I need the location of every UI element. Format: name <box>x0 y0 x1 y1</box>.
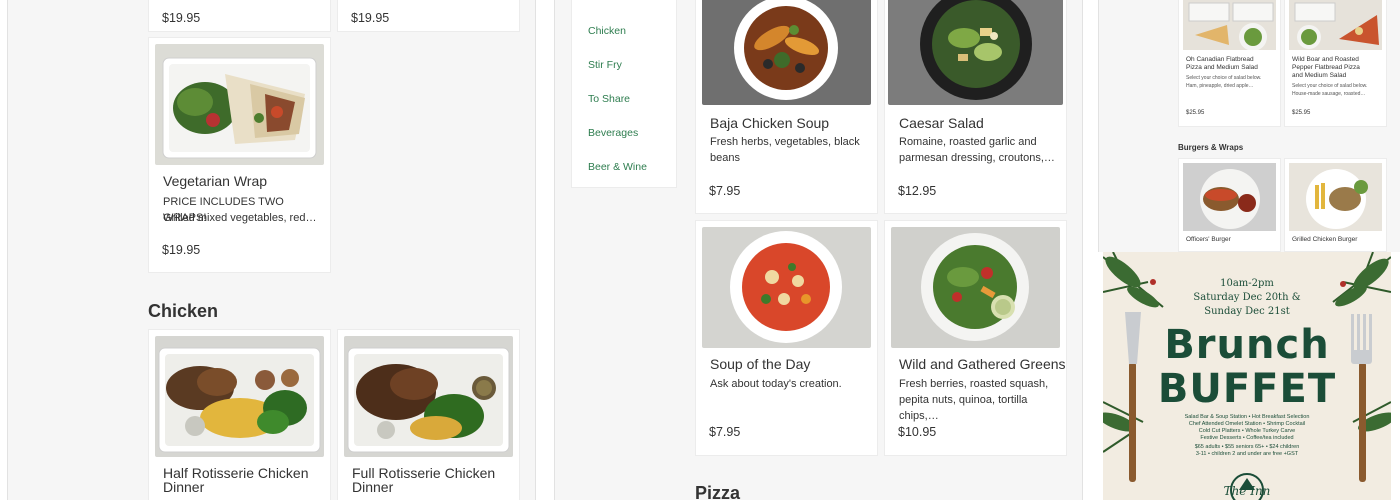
item-price: $12.95 <box>898 184 937 198</box>
item-price: $7.95 <box>709 425 741 439</box>
burger-card-image <box>1289 163 1382 231</box>
ad-time: 10am-2pm <box>1220 278 1274 289</box>
pizza-card-desc: Ham, pineapple, dried apple… <box>1186 83 1254 89</box>
ad-details: Festive Desserts • Coffee/tea included <box>1200 435 1294 441</box>
pizza-card-price: $25.95 <box>1292 110 1311 116</box>
burger-card[interactable]: Officers' Burger <box>1178 158 1281 252</box>
pizza-card-desc: House-made sausage, roasted… <box>1292 91 1366 97</box>
item-price: $19.95 <box>162 11 201 25</box>
pizza-card-title: Pizza and Medium Salad <box>1186 64 1258 71</box>
category-nav-item-beverages[interactable]: Beverages <box>588 127 638 139</box>
item-description: pepita nuts, quinoa, tortilla chips,… <box>899 394 1028 422</box>
pizza-card-title: Oh Canadian Flatbread <box>1186 56 1254 63</box>
menu-item-card[interactable]: $19.95 <box>337 0 520 32</box>
item-description: Fresh herbs, vegetables, black <box>710 136 860 148</box>
pizza-card-desc: Select your choice of salad below. <box>1292 83 1368 89</box>
item-title: Full Rotisserie Chicken <box>352 465 496 481</box>
middle-menu-panel[interactable]: Chicken Stir Fry To Share Beverages Beer… <box>554 0 1083 500</box>
ad-headline: Brunch <box>1164 322 1330 368</box>
ad-pricing: $65 adults • $55 seniors 65+ • $24 child… <box>1194 444 1300 450</box>
item-description: beans <box>710 152 740 164</box>
item-title: Dinner <box>352 479 394 495</box>
ad-date-line: Sunday Dec 21st <box>1204 306 1290 317</box>
item-price: $10.95 <box>898 425 937 439</box>
ad-details: Chef Attended Omelet Station • Shrimp Co… <box>1188 421 1306 427</box>
half-chicken-image <box>155 336 324 457</box>
page-root: $19.95 $19.95 Vegetarian Wrap PRICE INCL… <box>0 0 1400 500</box>
left-menu-panel[interactable]: $19.95 $19.95 Vegetarian Wrap PRICE INCL… <box>7 0 536 500</box>
pizza-card-title: Pepper Flatbread Pizza <box>1292 64 1360 71</box>
pizza-card[interactable]: Wild Boar and Roasted Pepper Flatbread P… <box>1284 0 1387 127</box>
item-price: $7.95 <box>709 184 741 198</box>
ad-pricing: 3-11 • children 2 and under are free +GS… <box>1195 451 1299 457</box>
burger-card-title: Officers' Burger <box>1186 236 1231 243</box>
pizza-card-desc: Select your choice of salad below. <box>1186 75 1262 81</box>
wild-greens-image <box>891 227 1060 348</box>
menu-item-card-baja-chicken-soup[interactable]: Baja Chicken Soup Fresh herbs, vegetable… <box>695 0 878 214</box>
category-nav-item-beer-wine[interactable]: Beer & Wine <box>588 161 647 173</box>
soup-of-the-day-image <box>702 227 871 348</box>
burger-card[interactable]: Grilled Chicken Burger <box>1284 158 1387 252</box>
item-description: parmesan dressing, croutons,… <box>899 152 1055 164</box>
pizza-card-title: and Medium Salad <box>1292 72 1347 79</box>
vegetarian-wrap-image <box>155 44 324 165</box>
item-price: $19.95 <box>162 243 201 257</box>
baja-chicken-soup-image <box>702 0 871 105</box>
section-heading-pizza: Pizza <box>695 483 741 500</box>
category-nav: Chicken Stir Fry To Share Beverages Beer… <box>571 0 677 188</box>
right-menu-panel[interactable]: Oh Canadian Flatbread Pizza and Medium S… <box>1098 0 1400 252</box>
item-title: Soup of the Day <box>710 356 811 372</box>
menu-item-card-half-chicken[interactable]: Half Rotisserie Chicken Dinner <box>148 329 331 500</box>
pizza-card-price: $25.95 <box>1186 110 1205 116</box>
ad-logo-text: The Inn <box>1223 484 1271 498</box>
pizza-card-image <box>1289 0 1382 50</box>
item-price: $19.95 <box>351 11 390 25</box>
menu-item-card-full-chicken[interactable]: Full Rotisserie Chicken Dinner <box>337 329 520 500</box>
item-title: Dinner <box>163 479 205 495</box>
category-nav-item-to-share[interactable]: To Share <box>588 93 630 105</box>
ad-details: Cold Cut Platters • Whole Turkey Carve <box>1198 428 1296 434</box>
item-title: Caesar Salad <box>899 115 984 131</box>
pizza-card-title: Wild Boar and Roasted <box>1292 56 1359 63</box>
item-title: Wild and Gathered Greens <box>899 356 1066 372</box>
section-heading-chicken: Chicken <box>148 301 219 321</box>
item-title: Baja Chicken Soup <box>710 115 830 131</box>
item-description: Fresh berries, roasted squash, <box>899 378 1049 390</box>
full-chicken-image <box>344 336 513 457</box>
pizza-card-image <box>1183 0 1276 50</box>
item-title: Vegetarian Wrap <box>163 173 268 189</box>
category-nav-item-stir-fry[interactable]: Stir Fry <box>588 59 622 71</box>
burger-card-image <box>1183 163 1276 231</box>
ad-headline: BUFFET <box>1157 366 1337 412</box>
item-description: Grilled mixed vegetables, red… <box>163 212 317 224</box>
ad-details: Salad Bar & Soup Station • Hot Breakfast… <box>1184 414 1310 420</box>
brunch-buffet-ad[interactable]: 10am-2pm Saturday Dec 20th & Sunday Dec … <box>1103 252 1391 500</box>
item-title: Half Rotisserie Chicken <box>163 465 309 481</box>
menu-item-card-wild-greens[interactable]: Wild and Gathered Greens Fresh berries, … <box>884 220 1067 456</box>
category-nav-item-chicken[interactable]: Chicken <box>588 25 626 37</box>
menu-item-card-soup-of-the-day[interactable]: Soup of the Day Ask about today's creati… <box>695 220 878 456</box>
menu-item-card-vegetarian-wrap[interactable]: Vegetarian Wrap PRICE INCLUDES TWO WRAPS… <box>148 37 331 273</box>
pizza-card[interactable]: Oh Canadian Flatbread Pizza and Medium S… <box>1178 0 1281 127</box>
menu-item-card-caesar-salad[interactable]: Caesar Salad Romaine, roasted garlic and… <box>884 0 1067 214</box>
caesar-salad-image <box>888 0 1063 105</box>
item-description: Ask about today's creation. <box>710 378 842 390</box>
ad-date-line: Saturday Dec 20th & <box>1193 292 1301 303</box>
burger-card-title: Grilled Chicken Burger <box>1292 236 1358 243</box>
item-description: Romaine, roasted garlic and <box>899 136 1037 148</box>
section-heading-burgers-wraps: Burgers & Wraps <box>1178 143 1244 152</box>
menu-item-card[interactable]: $19.95 <box>148 0 331 32</box>
